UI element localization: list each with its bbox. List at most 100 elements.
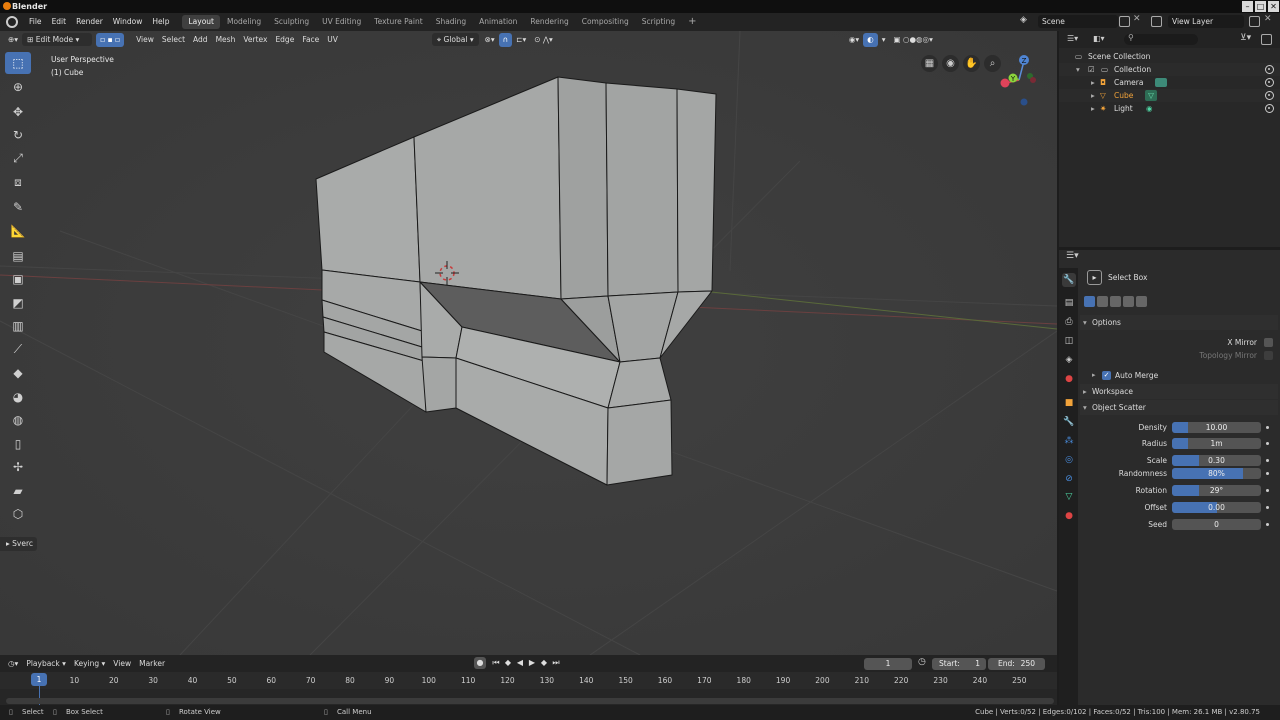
checkbox-icon[interactable]: ☑ [1088,63,1095,76]
tool-tab-icon[interactable]: 🔧 [1062,273,1076,287]
transform-orientation-selector[interactable]: ⌖ Global ▾ [431,33,479,46]
viewport-menu-add[interactable]: Add [189,33,212,47]
scene-icon[interactable]: ◈ [1020,15,1034,28]
measure-tool-icon[interactable]: 📐 [5,220,31,242]
object-scatter-section-header[interactable]: Object Scatter [1080,400,1278,415]
menu-help[interactable]: Help [147,13,174,31]
scale-field[interactable]: 0.30 [1172,455,1261,466]
timeline-scrollbar[interactable] [6,698,1054,704]
keyframe-dot-icon[interactable] [1266,506,1269,509]
mesh-data-icon[interactable]: ▽ [1145,90,1157,101]
mesh-face[interactable] [676,88,717,293]
topology-mirror-checkbox[interactable] [1264,351,1273,360]
pivot-point-icon[interactable]: ⊗▾ [481,33,499,47]
move-tool-icon[interactable]: ✥ [5,101,31,123]
record-icon[interactable]: ● [474,657,486,669]
keyframe-dot-icon[interactable] [1266,472,1269,475]
inset-tool-icon[interactable]: ▣ [5,268,31,290]
keyframe-dot-icon[interactable] [1266,442,1269,445]
viewport-menu-face[interactable]: Face [298,33,323,47]
mesh-face[interactable] [606,399,673,486]
options-section-header[interactable]: Options [1080,315,1278,330]
visibility-eye-icon[interactable] [1265,91,1274,100]
keyframe-dot-icon[interactable] [1266,489,1269,492]
view-layer-selector[interactable]: View Layer [1168,15,1244,28]
timeline-menu-playback[interactable]: Playback ▾ [22,657,70,671]
end-frame-field[interactable]: End: 250 [988,658,1045,670]
tab-layout[interactable]: Layout [182,15,220,29]
rip-tool-icon[interactable]: ⬡ [5,503,31,525]
proportional-edit-icon[interactable]: ⊙ ⋀▾ [530,33,557,47]
tab-rendering[interactable]: Rendering [524,15,574,29]
3d-viewport[interactable] [0,31,1057,655]
neg-x-axis-icon[interactable] [1030,77,1036,83]
shrink-fatten-tool-icon[interactable]: ✢ [5,456,31,478]
last-operation-panel[interactable]: ▸ Sverc [0,537,37,551]
edge-slide-tool-icon[interactable]: ▯ [5,433,31,455]
playhead-frame-indicator[interactable]: 1 [31,673,47,686]
tab-scripting[interactable]: Scripting [636,15,681,29]
viewport-menu-view[interactable]: View [132,33,158,47]
properties-editor-type-icon[interactable]: ☰▾ [1066,251,1079,261]
render-tab-icon[interactable]: ▤ [1062,296,1076,310]
rotation-field[interactable]: 29° [1172,485,1261,496]
outliner-display-mode-icon[interactable]: ◧▾ [1093,34,1105,43]
menu-render[interactable]: Render [71,13,108,31]
visibility-eye-icon[interactable] [1265,104,1274,113]
outliner-row-cube[interactable]: ▸ ▽ Cube ▽ [1059,89,1280,102]
constraints-tab-icon[interactable]: ⊘ [1062,472,1076,486]
select-mode-buttons[interactable]: ▫ ▪ ▫ [96,32,125,47]
spin-tool-icon[interactable]: ◕ [5,386,31,408]
add-workspace-icon[interactable]: + [682,15,702,29]
snap-target-icon[interactable]: ⊏▾ [512,33,530,47]
keyframe-dot-icon[interactable] [1266,459,1269,462]
tab-compositing[interactable]: Compositing [576,15,635,29]
current-frame-field[interactable]: 1 [864,658,912,670]
camera-data-icon[interactable] [1155,78,1167,87]
outliner-editor-type-icon[interactable]: ☰▾ [1067,34,1078,43]
viewport-canvas[interactable] [0,31,1057,655]
expand-arrow-icon[interactable]: ▾ [1076,63,1080,76]
density-field[interactable]: 10.00 [1172,422,1261,433]
mode-selector[interactable]: ⊞ Edit Mode ▾ [22,33,93,46]
viewport-menu-vertex[interactable]: Vertex [239,33,271,47]
scene-tab-icon[interactable]: ◈ [1062,353,1076,367]
toggle-camera-view-icon[interactable]: ▦ [921,55,938,72]
blender-menu-icon[interactable] [6,16,18,28]
tab-sculpting[interactable]: Sculpting [268,15,315,29]
annotate-tool-icon[interactable]: ✎ [5,196,31,218]
viewport-menu-select[interactable]: Select [158,33,189,47]
start-frame-field[interactable]: Start: 1 [932,658,986,670]
expand-arrow-icon[interactable]: ▸ [1091,76,1095,89]
shading-modes-icon[interactable]: ▣ ○●◍◎▾ [889,33,936,47]
auto-merge-checkbox[interactable]: ✓ [1102,371,1111,380]
viewport-menu-uv[interactable]: UV [323,33,342,47]
light-data-icon[interactable]: ◉ [1146,102,1153,115]
menu-file[interactable]: File [24,13,47,31]
timeline-editor-type-icon[interactable]: ◷▾ [4,657,22,671]
mesh-face[interactable] [557,76,609,300]
timeline-menu-view[interactable]: View [109,657,135,671]
knife-tool-icon[interactable]: ⟋ [5,339,31,361]
outliner-search-input[interactable]: ⚲ [1124,33,1198,45]
select-invert-icon[interactable] [1123,296,1134,307]
shear-tool-icon[interactable]: ▰ [5,480,31,502]
output-tab-icon[interactable]: ⎙ [1062,315,1076,329]
material-tab-icon[interactable]: ● [1062,509,1076,523]
workspace-section-header[interactable]: Workspace [1080,384,1278,399]
preview-range-icon[interactable]: ◷ [918,657,926,667]
view-layer-icon[interactable] [1151,16,1162,29]
object-tab-icon[interactable]: ■ [1062,396,1076,410]
close-icon[interactable]: ✕ [1268,1,1279,12]
tab-texture-paint[interactable]: Texture Paint [368,15,428,29]
selection-mode-buttons[interactable] [1084,296,1147,307]
editor-type-icon[interactable]: ⊕▾ [4,33,22,47]
expand-arrow-icon[interactable]: ▸ [1091,89,1095,102]
viewport-menu-mesh[interactable]: Mesh [212,33,240,47]
maximize-icon[interactable]: □ [1255,1,1266,12]
select-extend-icon[interactable] [1097,296,1108,307]
prev-keyframe-icon[interactable]: ◆ [502,657,514,669]
mesh-face[interactable] [605,82,679,297]
offset-field[interactable]: 0.00 [1172,502,1261,513]
snap-icon[interactable]: ∩ [498,32,513,47]
